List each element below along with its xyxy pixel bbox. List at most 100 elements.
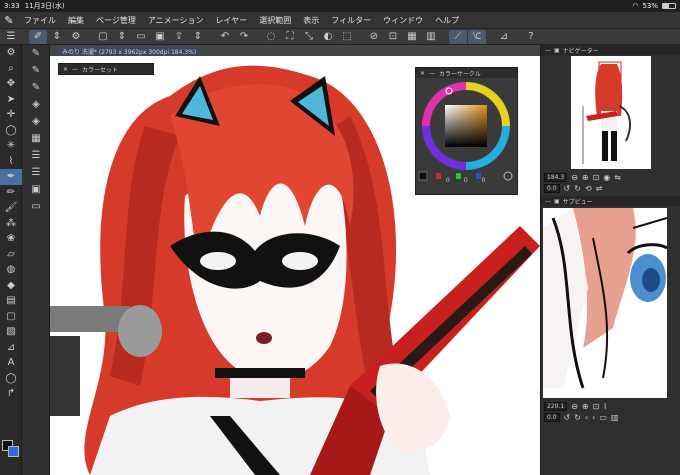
- navigator-preview[interactable]: [570, 56, 651, 169]
- minimize-icon[interactable]: —: [72, 66, 78, 73]
- menu-layer[interactable]: レイヤー: [210, 15, 254, 26]
- selection-icon[interactable]: ⬚: [338, 30, 356, 44]
- menu-edit[interactable]: 編集: [62, 15, 90, 26]
- prev-icon[interactable]: ‹: [585, 413, 588, 422]
- transform-icon[interactable]: ⛶: [281, 30, 299, 44]
- grid-icon[interactable]: ▦: [403, 30, 421, 44]
- mirror-icon[interactable]: ⇌: [596, 184, 603, 193]
- menu-page[interactable]: ページ管理: [90, 15, 142, 26]
- invert-selection-icon[interactable]: ⊡: [384, 30, 402, 44]
- tool-decoration-icon[interactable]: ❀: [0, 231, 22, 247]
- menu-filter[interactable]: フィルター: [325, 15, 377, 26]
- eyedropper-icon[interactable]: ⌇: [603, 402, 607, 411]
- undo-icon[interactable]: ↶: [216, 30, 234, 44]
- tool-correct-line-icon[interactable]: ↱: [0, 386, 22, 402]
- color-wheel[interactable]: [416, 78, 517, 182]
- help-icon[interactable]: ?: [522, 30, 540, 44]
- subview-preview[interactable]: [543, 208, 667, 398]
- menu-view[interactable]: 表示: [297, 15, 325, 26]
- deselect-icon[interactable]: ⊘: [365, 30, 383, 44]
- tool-balloon-icon[interactable]: ◯: [0, 371, 22, 387]
- color-set-panel[interactable]: ✕ — カラーセット: [58, 63, 154, 75]
- new-file-icon[interactable]: ▢: [94, 30, 112, 44]
- chevron-updown-icon[interactable]: ⇕: [48, 30, 66, 44]
- tool-frame-icon[interactable]: ▨: [0, 324, 22, 340]
- tool-move-layer-icon[interactable]: ✛: [0, 107, 22, 123]
- tool-brush-icon[interactable]: 🖌: [0, 200, 22, 216]
- gear-icon[interactable]: ⚙: [67, 30, 85, 44]
- rotate-left-icon[interactable]: ↺: [564, 413, 571, 422]
- ruler-snap-icon[interactable]: ⊿: [495, 30, 513, 44]
- subtool-list-2-icon[interactable]: ☰: [22, 164, 50, 181]
- fit-icon[interactable]: ⊡: [593, 173, 600, 182]
- fill-icon[interactable]: ◐: [319, 30, 337, 44]
- rotate-right-icon[interactable]: ↻: [574, 413, 581, 422]
- tool-pen-icon[interactable]: ✒: [0, 169, 22, 185]
- subtool-property-icon[interactable]: ▦: [22, 130, 50, 147]
- minimize-icon[interactable]: —: [545, 47, 551, 54]
- subtool-page-icon[interactable]: ▣: [22, 181, 50, 198]
- tool-figure-icon[interactable]: ▢: [0, 309, 22, 325]
- subtool-layer-icon[interactable]: ◈: [22, 96, 50, 113]
- minimize-icon[interactable]: —: [429, 70, 435, 77]
- menu-window[interactable]: ウィンドウ: [377, 15, 429, 26]
- tool-airbrush-icon[interactable]: ⁂: [0, 216, 22, 232]
- save-icon[interactable]: ▣: [151, 30, 169, 44]
- tool-move-icon[interactable]: ✥: [0, 76, 22, 92]
- trash-icon[interactable]: ▥: [611, 413, 619, 422]
- tool-operation-icon[interactable]: ➤: [0, 92, 22, 108]
- rotate-left-icon[interactable]: ↺: [564, 184, 571, 193]
- subview-header[interactable]: — ▣ サブビュー: [541, 196, 680, 206]
- tool-blend-icon[interactable]: ◍: [0, 262, 22, 278]
- subtool-pen-3-icon[interactable]: ✎: [22, 79, 50, 96]
- app-logo-icon[interactable]: ✎: [0, 12, 18, 29]
- tool-zoom-icon[interactable]: ⌕: [0, 61, 22, 77]
- navigator-rotation-value[interactable]: 0.0: [544, 184, 560, 193]
- subview-zoom-value[interactable]: 220.1: [544, 402, 568, 411]
- document-tab[interactable]: みのり 洗濯* (2793 x 3962px 300dpi 184.3%): [56, 46, 203, 56]
- tool-eyedropper-icon[interactable]: ⌇: [0, 154, 22, 170]
- tool-eraser-icon[interactable]: ▱: [0, 247, 22, 263]
- subview-rotation-value[interactable]: 0.0: [544, 413, 560, 422]
- subtool-pen-1-icon[interactable]: ✎: [22, 45, 50, 62]
- menu-help[interactable]: ヘルプ: [429, 15, 465, 26]
- tool-text-icon[interactable]: A: [0, 355, 22, 371]
- subtool-folder-icon[interactable]: ▭: [22, 198, 50, 215]
- tool-magic-wand-icon[interactable]: ✳: [0, 138, 22, 154]
- zoom-in-icon[interactable]: ⊕: [582, 173, 589, 182]
- redo-icon[interactable]: ↷: [235, 30, 253, 44]
- vector-snap-icon[interactable]: ⟈: [468, 29, 486, 44]
- next-icon[interactable]: ›: [592, 413, 595, 422]
- close-icon[interactable]: ✕: [420, 70, 425, 77]
- menu-animation[interactable]: アニメーション: [142, 15, 210, 26]
- scale-icon[interactable]: ⤡: [300, 30, 318, 44]
- subtool-list-icon[interactable]: ☰: [22, 147, 50, 164]
- zoom-out-icon[interactable]: ⊖: [571, 173, 578, 182]
- tool-gear-icon[interactable]: ⚙: [0, 45, 22, 61]
- subtool-pen-2-icon[interactable]: ✎: [22, 62, 50, 79]
- tool-gradient-icon[interactable]: ▤: [0, 293, 22, 309]
- flip-icon[interactable]: ⇋: [614, 173, 621, 182]
- zoom-out-icon[interactable]: ⊖: [571, 402, 578, 411]
- tool-lasso-icon[interactable]: ◯: [0, 123, 22, 139]
- import-icon[interactable]: ▭: [599, 413, 607, 422]
- fit-icon[interactable]: ⊡: [593, 402, 600, 411]
- export-icon[interactable]: ⇪: [170, 30, 188, 44]
- tool-pencil-icon[interactable]: ✏: [0, 185, 22, 201]
- hamburger-icon[interactable]: ☰: [2, 30, 20, 44]
- edit-mode-icon[interactable]: ✐: [29, 29, 47, 44]
- clear-icon[interactable]: ◌: [262, 30, 280, 44]
- chevron-updown-icon[interactable]: ⇕: [113, 30, 131, 44]
- close-icon[interactable]: ✕: [63, 66, 68, 73]
- open-folder-icon[interactable]: ▭: [132, 30, 150, 44]
- rotate-right-icon[interactable]: ↻: [574, 184, 581, 193]
- chevron-updown-icon[interactable]: ⇕: [189, 30, 207, 44]
- minimize-icon[interactable]: —: [545, 198, 551, 205]
- tool-ruler-icon[interactable]: ⊿: [0, 340, 22, 356]
- subtool-layer-2-icon[interactable]: ◈: [22, 113, 50, 130]
- refresh-icon[interactable]: [503, 171, 513, 181]
- sub-color-swatch[interactable]: [8, 446, 19, 457]
- menu-selection[interactable]: 選択範囲: [253, 15, 297, 26]
- navigator-header[interactable]: — ▣ ナビゲーター: [541, 45, 680, 55]
- ruler-icon[interactable]: ▥: [422, 30, 440, 44]
